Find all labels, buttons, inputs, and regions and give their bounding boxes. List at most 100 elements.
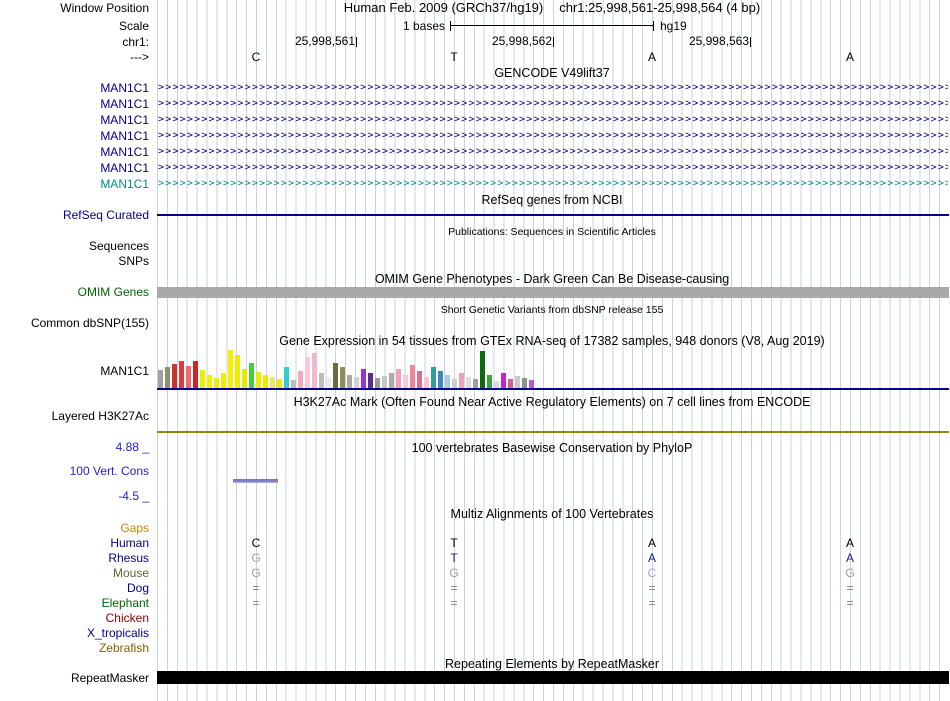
gtex-expression-bar[interactable] xyxy=(389,373,394,388)
omim-gene-bar[interactable] xyxy=(157,287,949,298)
gtex-expression-bar[interactable] xyxy=(445,375,450,388)
omim-track-label[interactable]: OMIM Genes xyxy=(0,285,152,299)
alignment-base[interactable]: C xyxy=(553,566,751,581)
gtex-expression-bar[interactable] xyxy=(466,377,471,388)
gencode-track-label[interactable]: MAN1C1 xyxy=(0,80,152,96)
alignment-base[interactable]: G xyxy=(157,566,355,581)
gtex-expression-bar[interactable] xyxy=(235,355,240,388)
phylop-track-label[interactable]: 100 Vert. Cons xyxy=(0,464,152,478)
multiz-species-label[interactable]: Chicken xyxy=(0,611,152,626)
gtex-expression-bar[interactable] xyxy=(256,372,261,388)
gtex-expression-bar[interactable] xyxy=(193,361,198,388)
multiz-species-label[interactable]: Elephant xyxy=(0,596,152,611)
gtex-expression-bar[interactable] xyxy=(158,370,163,388)
gtex-expression-bar[interactable] xyxy=(529,380,534,388)
gtex-expression-bar[interactable] xyxy=(214,378,219,388)
alignment-base[interactable]: A xyxy=(751,551,949,566)
gtex-expression-bar[interactable] xyxy=(361,369,366,388)
gtex-expression-bar[interactable] xyxy=(263,375,268,388)
alignment-base[interactable]: = xyxy=(553,581,751,596)
gencode-track-label[interactable]: MAN1C1 xyxy=(0,128,152,144)
gencode-transcript[interactable]: >>>>>>>>>>>>>>>>>>>>>>>>>>>>>>>>>>>>>>>>… xyxy=(158,96,948,112)
gtex-expression-bar[interactable] xyxy=(396,369,401,388)
gtex-expression-bar[interactable] xyxy=(207,375,212,388)
gtex-expression-bar[interactable] xyxy=(179,361,184,388)
multiz-species-label[interactable]: Gaps xyxy=(0,521,152,536)
multiz-species-label[interactable]: Zebrafish xyxy=(0,641,152,656)
gtex-expression-bar[interactable] xyxy=(431,367,436,388)
alignment-base[interactable]: G xyxy=(157,551,355,566)
h3k27ac-signal-line[interactable] xyxy=(157,431,949,433)
gencode-transcript[interactable]: >>>>>>>>>>>>>>>>>>>>>>>>>>>>>>>>>>>>>>>>… xyxy=(158,160,948,176)
gtex-expression-bar[interactable] xyxy=(459,373,464,388)
gtex-expression-bar[interactable] xyxy=(368,373,373,388)
multiz-species-label[interactable]: Mouse xyxy=(0,566,152,581)
gtex-expression-bar[interactable] xyxy=(501,373,506,388)
h3k27ac-track-label[interactable]: Layered H3K27Ac xyxy=(0,409,152,423)
refseq-curated-item[interactable] xyxy=(157,214,949,216)
gtex-expression-bar[interactable] xyxy=(200,370,205,388)
gtex-expression-bar[interactable] xyxy=(284,367,289,388)
gencode-transcript[interactable]: >>>>>>>>>>>>>>>>>>>>>>>>>>>>>>>>>>>>>>>>… xyxy=(158,112,948,128)
alignment-base[interactable]: = xyxy=(553,596,751,611)
alignment-base[interactable]: = xyxy=(751,596,949,611)
gtex-expression-bar[interactable] xyxy=(354,377,359,388)
gtex-expression-bar[interactable] xyxy=(186,366,191,388)
multiz-species-label[interactable]: Rhesus xyxy=(0,551,152,566)
gtex-expression-bar[interactable] xyxy=(277,379,282,388)
snps-track-label[interactable]: SNPs xyxy=(0,254,152,268)
alignment-base[interactable]: A xyxy=(751,536,949,551)
gencode-transcript[interactable]: >>>>>>>>>>>>>>>>>>>>>>>>>>>>>>>>>>>>>>>>… xyxy=(158,128,948,144)
alignment-base[interactable]: = xyxy=(751,581,949,596)
gtex-expression-bar[interactable] xyxy=(333,363,338,388)
gencode-transcript[interactable]: >>>>>>>>>>>>>>>>>>>>>>>>>>>>>>>>>>>>>>>>… xyxy=(158,80,948,96)
multiz-species-label[interactable]: X_tropicalis xyxy=(0,626,152,641)
alignment-base[interactable]: A xyxy=(553,536,751,551)
gtex-expression-bar[interactable] xyxy=(291,380,296,388)
gtex-expression-bar[interactable] xyxy=(249,363,254,388)
alignment-base[interactable]: C xyxy=(157,536,355,551)
gtex-expression-bar[interactable] xyxy=(340,367,345,388)
gencode-track-label[interactable]: MAN1C1 xyxy=(0,112,152,128)
gtex-expression-bar[interactable] xyxy=(165,367,170,388)
gtex-expression-bar[interactable] xyxy=(347,375,352,388)
gtex-expression-bar[interactable] xyxy=(312,353,317,388)
gtex-expression-bar[interactable] xyxy=(298,371,303,388)
gencode-transcript[interactable]: >>>>>>>>>>>>>>>>>>>>>>>>>>>>>>>>>>>>>>>>… xyxy=(158,144,948,160)
gencode-track-label[interactable]: MAN1C1 xyxy=(0,160,152,176)
gtex-expression-bar[interactable] xyxy=(480,351,485,388)
gtex-track-label[interactable]: MAN1C1 xyxy=(0,364,152,378)
multiz-species-label[interactable]: Human xyxy=(0,536,152,551)
phylop-signal[interactable] xyxy=(233,479,278,483)
alignment-base[interactable]: = xyxy=(157,596,355,611)
gencode-track-label[interactable]: MAN1C1 xyxy=(0,176,152,192)
alignment-base[interactable]: T xyxy=(355,551,553,566)
gtex-expression-bar[interactable] xyxy=(228,350,233,388)
sequences-track-label[interactable]: Sequences xyxy=(0,239,152,253)
alignment-base[interactable]: = xyxy=(355,596,553,611)
gtex-expression-bar[interactable] xyxy=(305,357,310,388)
gtex-expression-bar[interactable] xyxy=(424,377,429,388)
alignment-base[interactable]: = xyxy=(355,581,553,596)
repeatmasker-element-bar[interactable] xyxy=(157,671,949,684)
alignment-base[interactable]: A xyxy=(553,551,751,566)
gtex-expression-bar[interactable] xyxy=(515,376,520,388)
repeatmasker-track-label[interactable]: RepeatMasker xyxy=(0,671,152,685)
multiz-species-label[interactable]: Dog xyxy=(0,581,152,596)
gtex-expression-bar[interactable] xyxy=(403,375,408,388)
gtex-expression-bar[interactable] xyxy=(417,371,422,388)
gtex-expression-bar[interactable] xyxy=(375,378,380,388)
gtex-expression-bar[interactable] xyxy=(473,379,478,388)
gtex-expression-bar[interactable] xyxy=(522,378,527,388)
gtex-expression-bar[interactable] xyxy=(221,373,226,388)
dbsnp-track-label[interactable]: Common dbSNP(155) xyxy=(0,316,152,330)
alignment-base[interactable]: G xyxy=(751,566,949,581)
alignment-base[interactable]: T xyxy=(355,536,553,551)
refseq-track-label[interactable]: RefSeq Curated xyxy=(0,208,152,222)
gtex-expression-bar[interactable] xyxy=(487,375,492,388)
gtex-expression-bar[interactable] xyxy=(452,379,457,388)
gtex-expression-bar[interactable] xyxy=(172,364,177,388)
gtex-expression-bar[interactable] xyxy=(242,369,247,388)
alignment-base[interactable]: = xyxy=(157,581,355,596)
alignment-base[interactable]: G xyxy=(355,566,553,581)
